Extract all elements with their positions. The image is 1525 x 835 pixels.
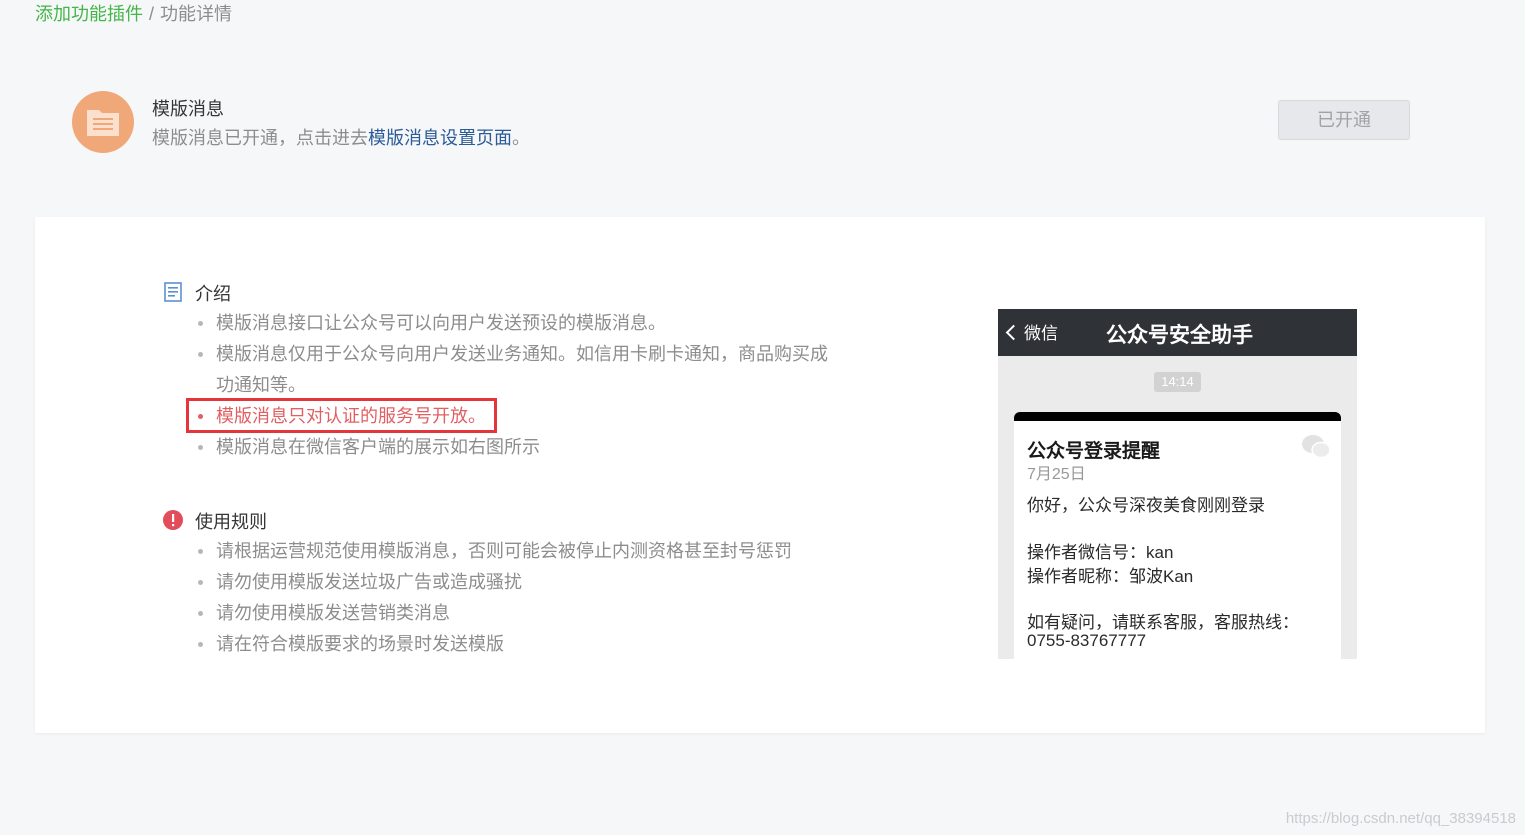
plugin-header: 模版消息 模版消息已开通，点击进去模版消息设置页面。 [72, 91, 1412, 153]
document-icon [72, 91, 134, 153]
list-item: 模版消息接口让公众号可以向用户发送预设的模版消息。 [198, 308, 818, 339]
template-settings-link[interactable]: 模版消息设置页面 [368, 128, 512, 148]
intro-section: 介绍 模版消息接口让公众号可以向用户发送预设的模版消息。 模版消息仅用于公众号向… [163, 278, 838, 463]
list-item: 模版消息仅用于公众号向用户发送业务通知。如信用卡刷卡通知，商品购买成功通知等。 [198, 339, 838, 401]
message-greeting: 你好，公众号深夜美食刚刚登录 [1027, 496, 1265, 515]
list-item: 模版消息在微信客户端的展示如右图所示 [198, 432, 818, 463]
plugin-name: 模版消息 [152, 99, 224, 119]
activated-status-button: 已开通 [1278, 100, 1410, 140]
intro-header: 介绍 [163, 278, 838, 308]
breadcrumb-add-plugin-link[interactable]: 添加功能插件 [35, 4, 143, 24]
breadcrumb-separator: / [149, 4, 155, 24]
list-item: 请根据运营规范使用模版消息，否则可能会被停止内测资格甚至封号惩罚 [198, 536, 818, 567]
breadcrumb-current: 功能详情 [160, 4, 233, 24]
list-item: 请勿使用模版发送营销类消息 [198, 598, 818, 629]
wechat-icon [1301, 434, 1331, 465]
rules-list: 请根据运营规范使用模版消息，否则可能会被停止内测资格甚至封号惩罚 请勿使用模版发… [198, 536, 818, 660]
rules-header: 使用规则 [163, 506, 818, 536]
intro-title: 介绍 [195, 284, 231, 304]
rules-title: 使用规则 [195, 512, 267, 532]
plugin-desc-suffix: 。 [512, 128, 530, 148]
message-operator-nickname: 操作者昵称：邹波Kan [1027, 567, 1194, 586]
back-label: 微信 [1024, 324, 1058, 343]
annotation-highlight-box [186, 398, 497, 433]
message-date: 7月25日 [1027, 466, 1086, 483]
breadcrumb: 添加功能插件 / 功能详情 [35, 2, 232, 26]
list-item: 请在符合模版要求的场景时发送模版 [198, 629, 818, 660]
message-operator-id: 操作者微信号：kan [1027, 543, 1174, 562]
message-hotline: 0755-83767777 [1027, 631, 1147, 650]
intro-list: 模版消息接口让公众号可以向用户发送预设的模版消息。 模版消息仅用于公众号向用户发… [198, 308, 838, 463]
back-button: 微信 [1005, 319, 1058, 344]
plugin-desc-prefix: 模版消息已开通，点击进去 [152, 128, 368, 148]
message-title: 公众号登录提醒 [1027, 441, 1161, 462]
message-preview-image: 微信 公众号安全助手 14:14 公众号登录提醒 7月25日 你好，公众号深夜美… [998, 309, 1357, 659]
chat-title: 公众号安全助手 [1106, 324, 1253, 347]
message-help-line: 如有疑问，请联系客服，客服热线： [1027, 613, 1299, 632]
list-item: 请勿使用模版发送垃圾广告或造成骚扰 [198, 567, 818, 598]
detail-card: 介绍 模版消息接口让公众号可以向用户发送预设的模版消息。 模版消息仅用于公众号向… [35, 217, 1485, 733]
time-badge: 14:14 [1154, 372, 1201, 392]
plugin-description: 模版消息已开通，点击进去模版消息设置页面。 [152, 124, 530, 150]
document-list-icon [163, 282, 185, 304]
template-message-card: 公众号登录提醒 7月25日 你好，公众号深夜美食刚刚登录 操作者微信号：kan … [1014, 412, 1341, 659]
watermark: https://blog.csdn.net/qq_38394518 [1285, 810, 1516, 827]
chevron-left-icon [1005, 324, 1022, 340]
chat-nav-bar: 微信 公众号安全助手 [998, 309, 1357, 356]
rules-section: 使用规则 请根据运营规范使用模版消息，否则可能会被停止内测资格甚至封号惩罚 请勿… [163, 506, 818, 660]
alert-icon [163, 510, 185, 532]
